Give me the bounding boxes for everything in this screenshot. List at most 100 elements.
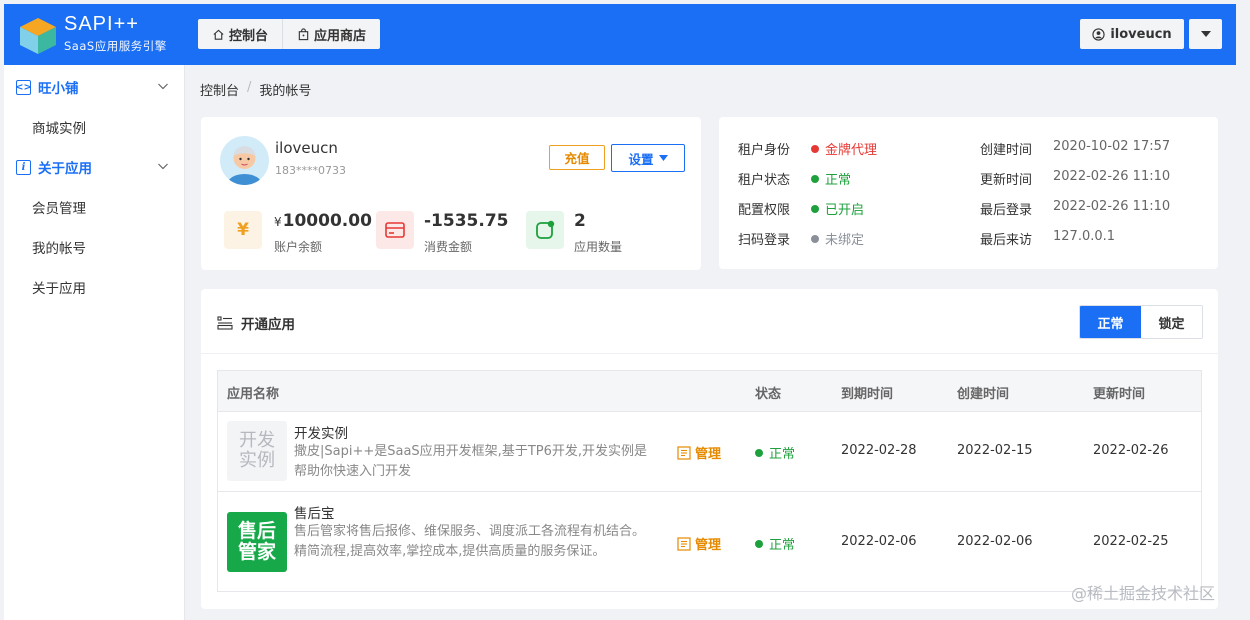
top-nav: 控制台 应用商店 xyxy=(198,19,381,49)
app-count-icon xyxy=(526,211,564,249)
tenant-status-label: 租户状态 xyxy=(738,173,791,188)
qr-login-value: 未绑定 xyxy=(811,229,864,248)
breadcrumb-my-account: 我的帐号 xyxy=(259,84,312,99)
column-created: 创建时间 xyxy=(957,387,1010,402)
table-row: 开发 实例 开发实例 撒皮|Sapi++是SaaS应用开发框架,基于TP6开发,开… xyxy=(218,411,1201,491)
app-count-value: 2 xyxy=(574,211,586,231)
opened-apps-card: 开通应用 正常 锁定 应用名称 状态 到期时间 创建时间 更新时间 开发 实例 开… xyxy=(201,289,1218,609)
sidebar-item-member-management[interactable]: 会员管理 xyxy=(32,197,86,217)
status-filter: 正常 锁定 xyxy=(1079,305,1203,339)
column-app-name: 应用名称 xyxy=(227,387,280,402)
caret-down-icon xyxy=(658,155,668,161)
card-icon xyxy=(376,211,414,249)
app-count-label: 应用数量 xyxy=(574,240,623,254)
sidebar-item-about-app[interactable]: 关于应用 xyxy=(32,277,86,297)
app-description: 售后管家将售后报修、维保服务、调度派工各流程有机结合。精简流程,提高效率,掌控成… xyxy=(294,524,646,559)
settings-button[interactable]: 设置 xyxy=(611,144,685,172)
last-visit-value: 127.0.0.1 xyxy=(1053,229,1116,244)
last-visit-label: 最后来访 xyxy=(980,233,1033,248)
tenant-identity-label: 租户身份 xyxy=(738,143,791,158)
last-login-label: 最后登录 xyxy=(980,203,1033,218)
updated-time-label: 更新时间 xyxy=(980,173,1033,188)
user-menu-button[interactable]: iloveucn xyxy=(1080,19,1184,49)
brand-title: SAPI++ xyxy=(64,13,139,35)
app-logo-dev-instance: 开发 实例 xyxy=(227,421,287,481)
sidebar-item-mall-instance[interactable]: 商城实例 xyxy=(32,117,86,137)
app-logo-after-sales: 售后 管家 xyxy=(227,512,287,572)
breadcrumb: 控制台 / 我的帐号 xyxy=(200,80,311,99)
profile-card: iloveucn 183****0733 充值 设置 ¥ ¥10000.00 账… xyxy=(201,117,701,270)
spent-value: -1535.75 xyxy=(424,211,509,231)
tenant-status-value: 正常 xyxy=(811,169,851,188)
sidebar-group-label: 关于应用 xyxy=(38,161,92,177)
manage-button[interactable]: 管理 xyxy=(677,443,721,462)
created-time-value: 2020-10-02 17:57 xyxy=(1053,139,1171,154)
manage-button[interactable]: 管理 xyxy=(677,534,721,553)
watermark: @稀土掘金技术社区 xyxy=(1071,584,1216,603)
user-dropdown-toggle[interactable] xyxy=(1189,19,1222,49)
info-icon: i xyxy=(16,159,31,175)
sidebar: <> 旺小铺 商城实例 i 关于应用 会员管理 我的帐号 关于应用 xyxy=(4,65,185,620)
divider xyxy=(201,353,1218,354)
app-name[interactable]: 开发实例 xyxy=(294,422,348,442)
apps-table: 应用名称 状态 到期时间 创建时间 更新时间 开发 实例 开发实例 撒皮|Sapi… xyxy=(217,370,1202,592)
balance-label: 账户余额 xyxy=(274,240,323,254)
column-updated: 更新时间 xyxy=(1093,387,1146,402)
breadcrumb-separator: / xyxy=(247,80,252,95)
manage-icon xyxy=(677,536,691,551)
tab-app-store[interactable]: 应用商店 xyxy=(282,19,380,49)
tenant-identity-value: 金牌代理 xyxy=(811,139,877,158)
sidebar-item-my-account[interactable]: 我的帐号 xyxy=(32,237,86,257)
sidebar-group-wangxiaopu[interactable]: <> 旺小铺 xyxy=(15,77,79,97)
spent-label: 消费金额 xyxy=(424,240,473,254)
config-permission-value: 已开启 xyxy=(811,199,864,218)
profile-phone: 183****0733 xyxy=(275,164,346,177)
tab-console[interactable]: 控制台 xyxy=(198,19,282,49)
filter-normal[interactable]: 正常 xyxy=(1080,306,1141,338)
updated-time-value: 2022-02-26 11:10 xyxy=(1053,169,1171,184)
code-icon: <> xyxy=(15,79,32,95)
qr-login-label: 扫码登录 xyxy=(738,233,791,248)
recharge-button[interactable]: 充值 xyxy=(549,145,605,170)
sapi-logo-icon[interactable] xyxy=(16,14,60,58)
breadcrumb-console[interactable]: 控制台 xyxy=(200,80,239,99)
chevron-down-icon[interactable] xyxy=(157,160,169,172)
status-badge: 正常 xyxy=(755,443,795,462)
status-badge: 正常 xyxy=(755,534,795,553)
user-icon xyxy=(1092,27,1105,41)
sidebar-group-label: 旺小铺 xyxy=(38,81,79,97)
top-header: SAPI++ SaaS应用服务引擎 控制台 应用商店 iloveucn xyxy=(4,4,1236,65)
avatar-illustration-icon xyxy=(227,146,262,185)
manage-icon xyxy=(677,445,691,460)
expire-date: 2022-02-06 xyxy=(841,534,917,549)
sidebar-group-about-app[interactable]: i 关于应用 xyxy=(16,157,92,177)
store-icon xyxy=(298,27,309,40)
updated-date: 2022-02-26 xyxy=(1093,443,1169,458)
app-description: 撒皮|Sapi++是SaaS应用开发框架,基于TP6开发,开发实例是帮助你快速入… xyxy=(294,444,647,479)
brand-subtitle: SaaS应用服务引擎 xyxy=(64,39,167,53)
filter-locked[interactable]: 锁定 xyxy=(1141,306,1202,338)
column-status: 状态 xyxy=(755,387,782,402)
balance-value: ¥10000.00 xyxy=(274,211,372,231)
profile-username: iloveucn xyxy=(275,139,338,157)
settings-label: 设置 xyxy=(628,151,654,167)
avatar xyxy=(220,136,269,185)
updated-date: 2022-02-25 xyxy=(1093,534,1169,549)
list-icon xyxy=(217,316,233,330)
config-permission-label: 配置权限 xyxy=(738,203,791,218)
last-login-value: 2022-02-26 11:10 xyxy=(1053,199,1171,214)
expire-date: 2022-02-28 xyxy=(841,443,917,458)
tab-console-label: 控制台 xyxy=(229,28,269,44)
home-icon xyxy=(213,29,224,40)
created-date: 2022-02-06 xyxy=(957,534,1033,549)
table-row: 售后 管家 售后宝 售后管家将售后报修、维保服务、调度派工各流程有机结合。精简流程… xyxy=(218,491,1201,592)
apps-title-text: 开通应用 xyxy=(241,317,295,333)
created-date: 2022-02-15 xyxy=(957,443,1033,458)
created-time-label: 创建时间 xyxy=(980,143,1033,158)
app-name[interactable]: 售后宝 xyxy=(294,502,335,522)
chevron-down-icon[interactable] xyxy=(157,80,169,92)
apps-title: 开通应用 xyxy=(217,313,295,333)
tab-app-store-label: 应用商店 xyxy=(314,28,367,44)
column-expire: 到期时间 xyxy=(841,387,894,402)
caret-down-icon xyxy=(1200,31,1211,37)
